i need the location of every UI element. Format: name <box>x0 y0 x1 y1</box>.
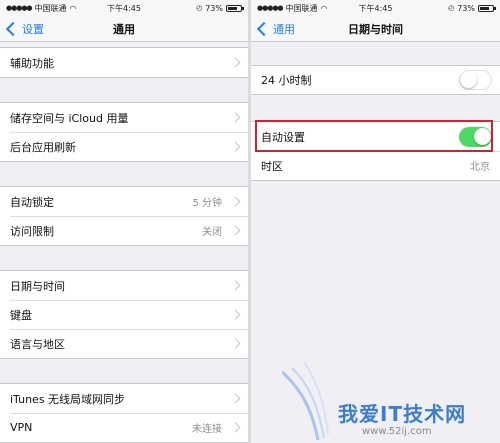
carrier-name: 中国联通 <box>285 3 318 13</box>
battery-percent: 73% <box>205 3 223 13</box>
general-settings-screen: ●●●●● 中国联通 ◠ 下午4:45 ◴ 73% 设置 通用 辅助功能 储存空… <box>0 0 248 443</box>
row-keyboard[interactable]: 键盘 <box>0 300 248 329</box>
navigation-bar: 设置 通用 <box>0 16 248 42</box>
toggle-24-hour[interactable] <box>459 70 492 90</box>
chevron-right-icon <box>230 422 241 433</box>
row-label: 24 小时制 <box>261 74 312 87</box>
row-value: 5 分钟 <box>192 198 222 209</box>
back-label: 通用 <box>273 22 295 36</box>
row-label: 日期与时间 <box>10 279 65 293</box>
chevron-right-icon <box>230 141 241 152</box>
screenshot: ●●●●● 中国联通 ◠ 下午4:45 ◴ 73% 设置 通用 辅助功能 储存空… <box>0 0 500 443</box>
row-label: 语言与地区 <box>10 337 65 351</box>
row-itunes-wifi-sync[interactable]: iTunes 无线局域网同步 <box>0 384 248 413</box>
row-label: 时区 <box>261 159 283 173</box>
settings-group-2: 储存空间与 iCloud 用量 后台应用刷新 <box>0 102 248 162</box>
chevron-right-icon <box>230 57 241 68</box>
battery-percent: 73% <box>457 3 475 13</box>
row-label: VPN <box>10 421 33 434</box>
chevron-right-icon <box>230 280 241 291</box>
row-set-automatically: 自动设置 <box>251 122 500 151</box>
settings-group-1: 辅助功能 <box>0 47 248 78</box>
row-vpn[interactable]: VPN 未连接 <box>0 413 248 442</box>
status-bar: ●●●●● 中国联通 ◠ 下午4:45 ◴ 73% <box>251 0 500 16</box>
time-format-group: 24 小时制 <box>251 65 500 95</box>
alarm-icon: ◴ <box>448 4 455 12</box>
row-storage-icloud[interactable]: 储存空间与 iCloud 用量 <box>0 103 248 132</box>
settings-group-4: 日期与时间 键盘 语言与地区 <box>0 270 248 359</box>
toggle-knob <box>460 71 477 88</box>
row-value: 北京 <box>470 162 490 173</box>
toggle-knob <box>474 127 491 145</box>
back-label: 设置 <box>22 22 44 36</box>
row-label: 储存空间与 iCloud 用量 <box>10 111 129 125</box>
row-language-region[interactable]: 语言与地区 <box>0 329 248 358</box>
row-label: 访问限制 <box>10 224 54 238</box>
signal-icon: ●●●●● <box>6 4 33 12</box>
signal-icon: ●●●●● <box>257 4 284 12</box>
status-bar: ●●●●● 中国联通 ◠ 下午4:45 ◴ 73% <box>0 0 248 16</box>
toggle-set-automatically[interactable] <box>459 126 492 147</box>
row-label: 键盘 <box>10 308 32 322</box>
settings-group-5: iTunes 无线局域网同步 VPN 未连接 <box>0 383 248 443</box>
wifi-icon: ◠ <box>69 3 77 13</box>
back-button-settings[interactable]: 设置 <box>5 21 44 37</box>
chevron-right-icon <box>230 338 241 349</box>
alarm-icon: ◴ <box>196 4 203 12</box>
row-label: 辅助功能 <box>10 56 54 70</box>
row-label: 自动设置 <box>261 130 305 144</box>
row-time-zone[interactable]: 时区 北京 <box>251 151 500 180</box>
chevron-left-icon <box>5 21 21 36</box>
chevron-right-icon <box>230 225 241 236</box>
chevron-right-icon <box>230 309 241 320</box>
back-button-general[interactable]: 通用 <box>256 21 295 37</box>
row-label: 后台应用刷新 <box>10 140 76 154</box>
row-date-time[interactable]: 日期与时间 <box>0 271 248 300</box>
row-value: 未连接 <box>192 424 222 435</box>
row-background-refresh[interactable]: 后台应用刷新 <box>0 132 248 161</box>
row-accessibility[interactable]: 辅助功能 <box>0 48 248 77</box>
row-label: 自动锁定 <box>10 195 54 209</box>
row-auto-lock[interactable]: 自动锁定 5 分钟 <box>0 187 248 216</box>
settings-group-3: 自动锁定 5 分钟 访问限制 关闭 <box>0 186 248 246</box>
chevron-right-icon <box>230 196 241 207</box>
row-label: iTunes 无线局域网同步 <box>10 392 126 406</box>
battery-icon <box>478 4 496 12</box>
carrier-name: 中国联通 <box>34 3 67 13</box>
row-value: 关闭 <box>202 227 222 238</box>
auto-time-group: 自动设置 时区 北京 <box>251 120 500 181</box>
chevron-right-icon <box>230 112 241 123</box>
date-time-screen: ●●●●● 中国联通 ◠ 下午4:45 ◴ 73% 通用 日期与时间 24 小时… <box>251 0 500 443</box>
chevron-right-icon <box>230 393 241 404</box>
battery-icon <box>226 4 244 12</box>
navigation-bar: 通用 日期与时间 <box>251 16 500 42</box>
row-restrictions[interactable]: 访问限制 关闭 <box>0 216 248 245</box>
wifi-icon: ◠ <box>320 3 328 13</box>
row-24-hour: 24 小时制 <box>251 66 500 94</box>
chevron-left-icon <box>256 21 272 36</box>
